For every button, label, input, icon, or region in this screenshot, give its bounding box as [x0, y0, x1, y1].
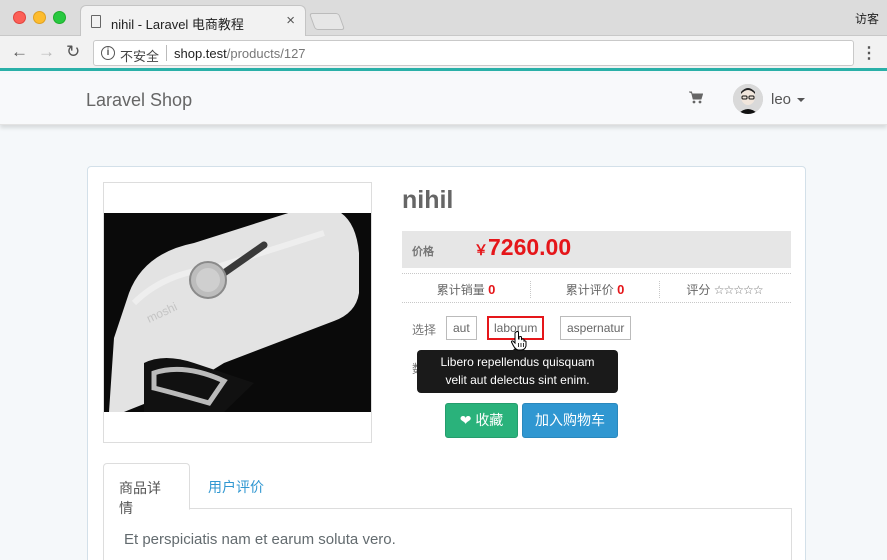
minimize-window-button[interactable] — [33, 11, 46, 24]
chevron-down-icon[interactable] — [797, 98, 805, 102]
sku-option-aut[interactable]: aut — [446, 316, 477, 340]
sold-count-stat: 累计销量 0 — [402, 281, 531, 298]
sku-option-aspernatur[interactable]: aspernatur — [560, 316, 632, 340]
browser-menu-icon[interactable]: ⋮ — [861, 43, 877, 63]
rating-label: 评分 — [686, 283, 711, 297]
review-label: 累计评价 — [565, 283, 614, 297]
tab-content: Et perspiciatis nam et earum soluta vero… — [103, 509, 792, 560]
heart-icon: ❤ — [459, 412, 472, 428]
sku-tooltip: Libero repellendus quisquam velit aut de… — [417, 345, 618, 393]
back-icon[interactable]: ← — [11, 42, 28, 62]
address-bar[interactable]: i 不安全 shop.test/products/127 — [93, 40, 854, 66]
user-name[interactable]: leo — [771, 91, 791, 108]
url-divider — [166, 45, 167, 61]
favorite-button-label: 收藏 — [475, 412, 504, 428]
product-title: nihil — [402, 186, 454, 214]
product-tabs: 商品详情 用户评价 — [103, 463, 792, 516]
price-bar: 价格 ￥7260.00 — [402, 231, 791, 268]
user-avatar[interactable] — [733, 84, 763, 114]
tab-details[interactable]: 商品详情 — [103, 463, 190, 516]
info-icon[interactable]: i — [101, 46, 115, 60]
browser-tab[interactable]: nihil - Laravel 电商教程 × — [80, 5, 306, 36]
favorite-button[interactable]: ❤ 收藏 — [445, 403, 518, 438]
close-window-button[interactable] — [13, 11, 26, 24]
hand-pointer-icon — [510, 331, 527, 356]
tab-reviews[interactable]: 用户评价 — [193, 463, 279, 509]
guest-profile-button[interactable]: 访客 — [855, 10, 879, 27]
product-stats: 累计销量 0 累计评价 0 评分 ☆☆☆☆☆ — [402, 273, 791, 303]
add-to-cart-button[interactable]: 加入购物车 — [522, 403, 618, 438]
price-label: 价格 — [412, 246, 434, 258]
maximize-window-button[interactable] — [53, 11, 66, 24]
new-tab-button[interactable] — [308, 13, 346, 30]
sold-count: 0 — [488, 282, 496, 297]
review-count: 0 — [617, 282, 625, 297]
browser-tab-bar: nihil - Laravel 电商教程 × 访客 — [0, 0, 887, 36]
product-panel: moshi nihil 价格 ￥7260.00 累计销量 0 累计评价 0 评分… — [87, 166, 806, 560]
rating-stars: ☆☆☆☆☆ — [713, 283, 764, 297]
document-icon — [91, 15, 101, 28]
url-text[interactable]: shop.test/products/127 — [174, 46, 306, 61]
price-value: ￥7260.00 — [474, 234, 571, 261]
rating-stat: 评分 ☆☆☆☆☆ — [660, 281, 789, 298]
currency-symbol: ￥ — [474, 242, 488, 258]
product-description: Et perspiciatis nam et earum soluta vero… — [124, 531, 396, 548]
forward-icon[interactable]: → — [38, 42, 55, 62]
sold-label: 累计销量 — [436, 283, 485, 297]
url-path: /products/127 — [226, 46, 306, 61]
brand-link[interactable]: Laravel Shop — [86, 90, 192, 111]
url-host: shop.test — [174, 46, 227, 61]
tab-close-icon[interactable]: × — [286, 12, 295, 29]
tab-title: nihil - Laravel 电商教程 — [111, 17, 244, 32]
cart-icon[interactable] — [689, 91, 704, 109]
reload-icon[interactable]: ↻ — [66, 42, 80, 62]
price-amount: 7260.00 — [488, 234, 572, 260]
browser-toolbar: ← → ↻ i 不安全 shop.test/products/127 ⋮ — [0, 36, 887, 71]
app-navbar: Laravel Shop leo — [0, 74, 887, 125]
insecure-label: 不安全 — [120, 49, 160, 64]
sku-select-label: 选择 — [412, 323, 437, 337]
product-image-frame: moshi — [103, 182, 372, 443]
product-image: moshi — [104, 213, 371, 412]
review-count-stat: 累计评价 0 — [531, 281, 660, 298]
tooltip-line-2: velit aut delectus sint enim. — [445, 373, 590, 387]
